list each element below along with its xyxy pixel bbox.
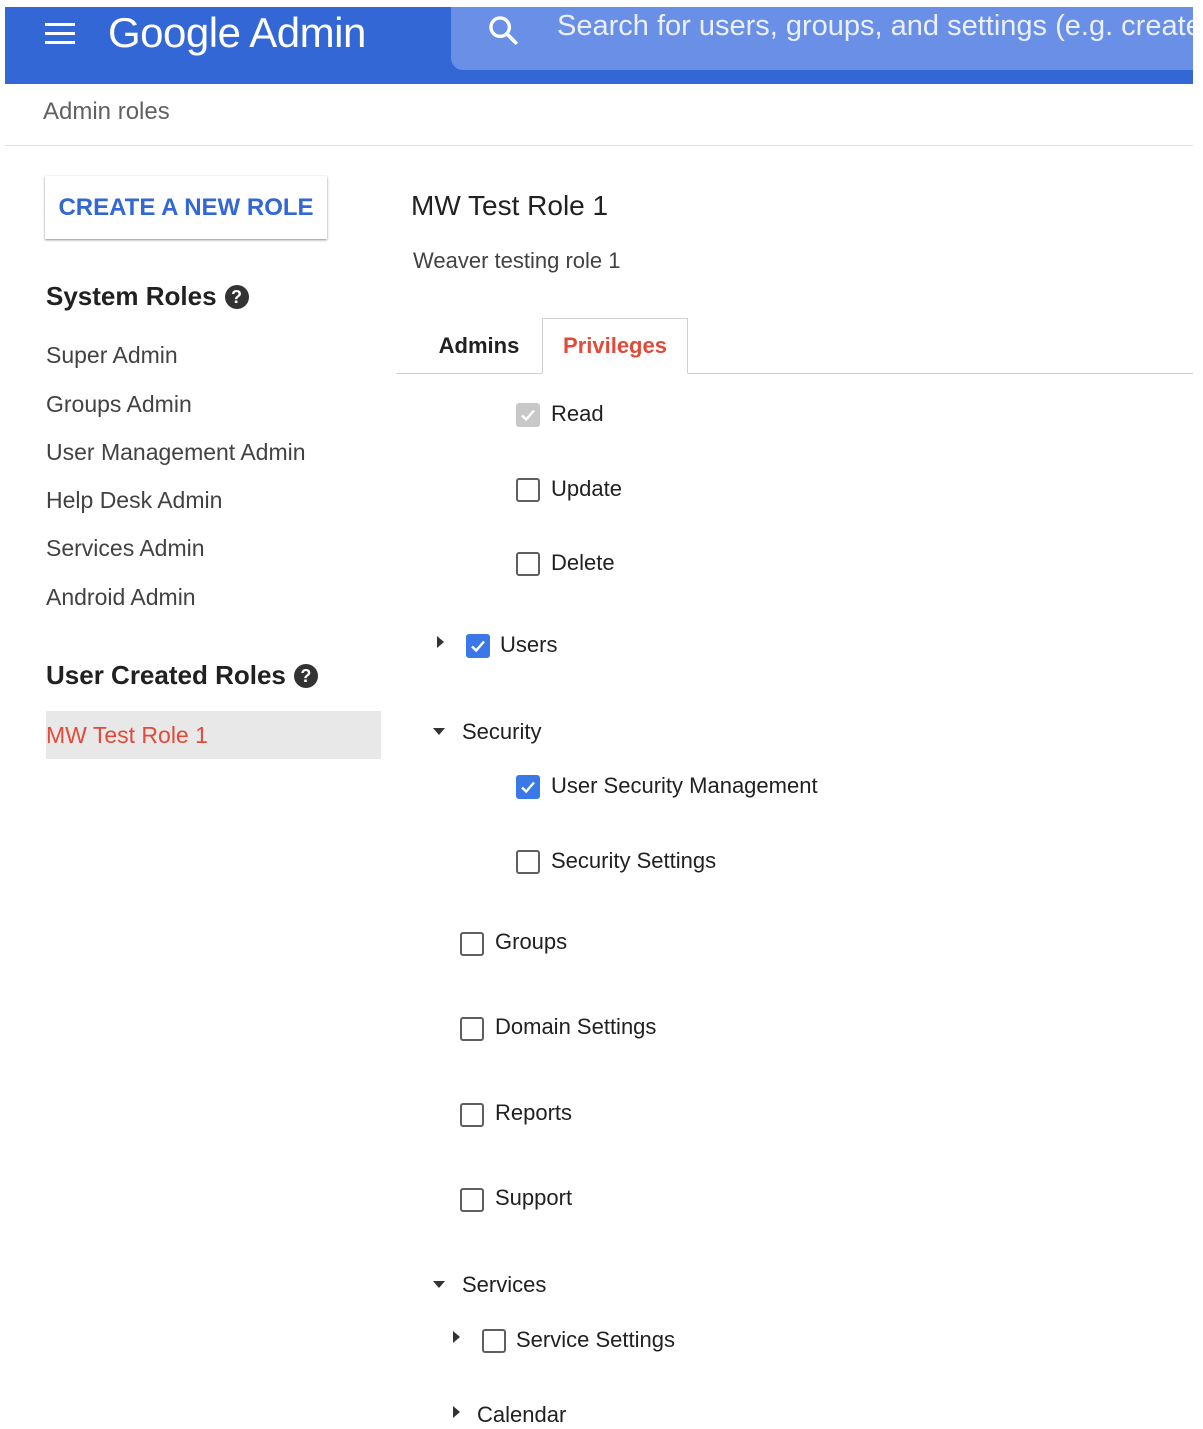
support-checkbox[interactable] [460,1188,484,1212]
read-checkbox[interactable] [516,403,540,427]
checkmark-icon [521,409,535,422]
update-checkbox[interactable] [516,478,540,502]
expand-calendar-icon[interactable] [453,1406,460,1418]
checkmark-icon [471,640,485,653]
security-settings-checkbox[interactable] [516,850,540,874]
delete-checkbox[interactable] [516,552,540,576]
domain-settings-label: Domain Settings [495,1014,657,1039]
user-created-roles-heading-label: User Created Roles [46,660,286,690]
system-role-user-management-admin[interactable]: User Management Admin [46,439,306,466]
service-settings-checkbox[interactable] [482,1329,506,1353]
search-icon [489,16,518,45]
groups-label: Groups [495,929,568,954]
tabs-divider [396,373,1193,374]
tab-privileges[interactable]: Privileges [542,318,688,374]
system-role-help-desk-admin[interactable]: Help Desk Admin [46,487,222,514]
users-checkbox[interactable] [466,634,490,658]
user-security-management-label: User Security Management [551,773,818,798]
breadcrumb[interactable]: Admin roles [43,98,170,126]
role-title: MW Test Role 1 [411,190,609,221]
service-settings-label: Service Settings [516,1327,675,1352]
system-role-groups-admin[interactable]: Groups Admin [46,391,192,418]
system-role-services-admin[interactable]: Services Admin [46,535,205,562]
expand-users-icon[interactable] [437,636,444,648]
system-roles-heading: System Roles? [46,281,249,312]
system-role-android-admin[interactable]: Android Admin [46,584,196,611]
user-security-management-checkbox[interactable] [516,775,540,799]
security-label[interactable]: Security [462,719,541,745]
expand-service-settings-icon[interactable] [453,1331,460,1343]
reports-checkbox[interactable] [460,1103,484,1127]
reports-label: Reports [495,1100,573,1125]
help-icon[interactable]: ? [293,664,318,688]
system-roles-heading-label: System Roles [46,281,217,311]
domain-settings-checkbox[interactable] [460,1017,484,1041]
create-role-button[interactable]: CREATE A NEW ROLE [45,176,327,239]
users-label: Users [500,632,558,657]
checkmark-icon [521,781,535,794]
system-role-super-admin[interactable]: Super Admin [46,342,178,369]
app-header: Google Admin Search for users, groups, a… [5,7,1193,84]
tab-admins[interactable]: Admins [416,319,542,373]
update-label: Update [551,476,622,501]
calendar-label[interactable]: Calendar [477,1402,566,1428]
app-logo[interactable]: Google Admin [108,9,366,57]
collapse-security-icon[interactable] [433,728,445,735]
user-role-mw-test-role-1[interactable]: MW Test Role 1 [46,722,208,749]
help-icon[interactable]: ? [224,285,249,309]
security-settings-label: Security Settings [551,848,717,873]
search-input[interactable]: Search for users, groups, and settings (… [557,10,1193,43]
support-label: Support [495,1185,573,1210]
role-description: Weaver testing role 1 [413,248,621,273]
collapse-services-icon[interactable] [433,1281,445,1288]
search-bar[interactable]: Search for users, groups, and settings (… [451,7,1193,70]
read-label: Read [551,401,604,426]
header-divider [5,145,1193,146]
delete-label: Delete [551,550,615,575]
services-label[interactable]: Services [462,1272,546,1298]
user-created-roles-heading: User Created Roles? [46,660,318,691]
main-menu-icon[interactable] [39,17,85,53]
groups-checkbox[interactable] [460,932,484,956]
